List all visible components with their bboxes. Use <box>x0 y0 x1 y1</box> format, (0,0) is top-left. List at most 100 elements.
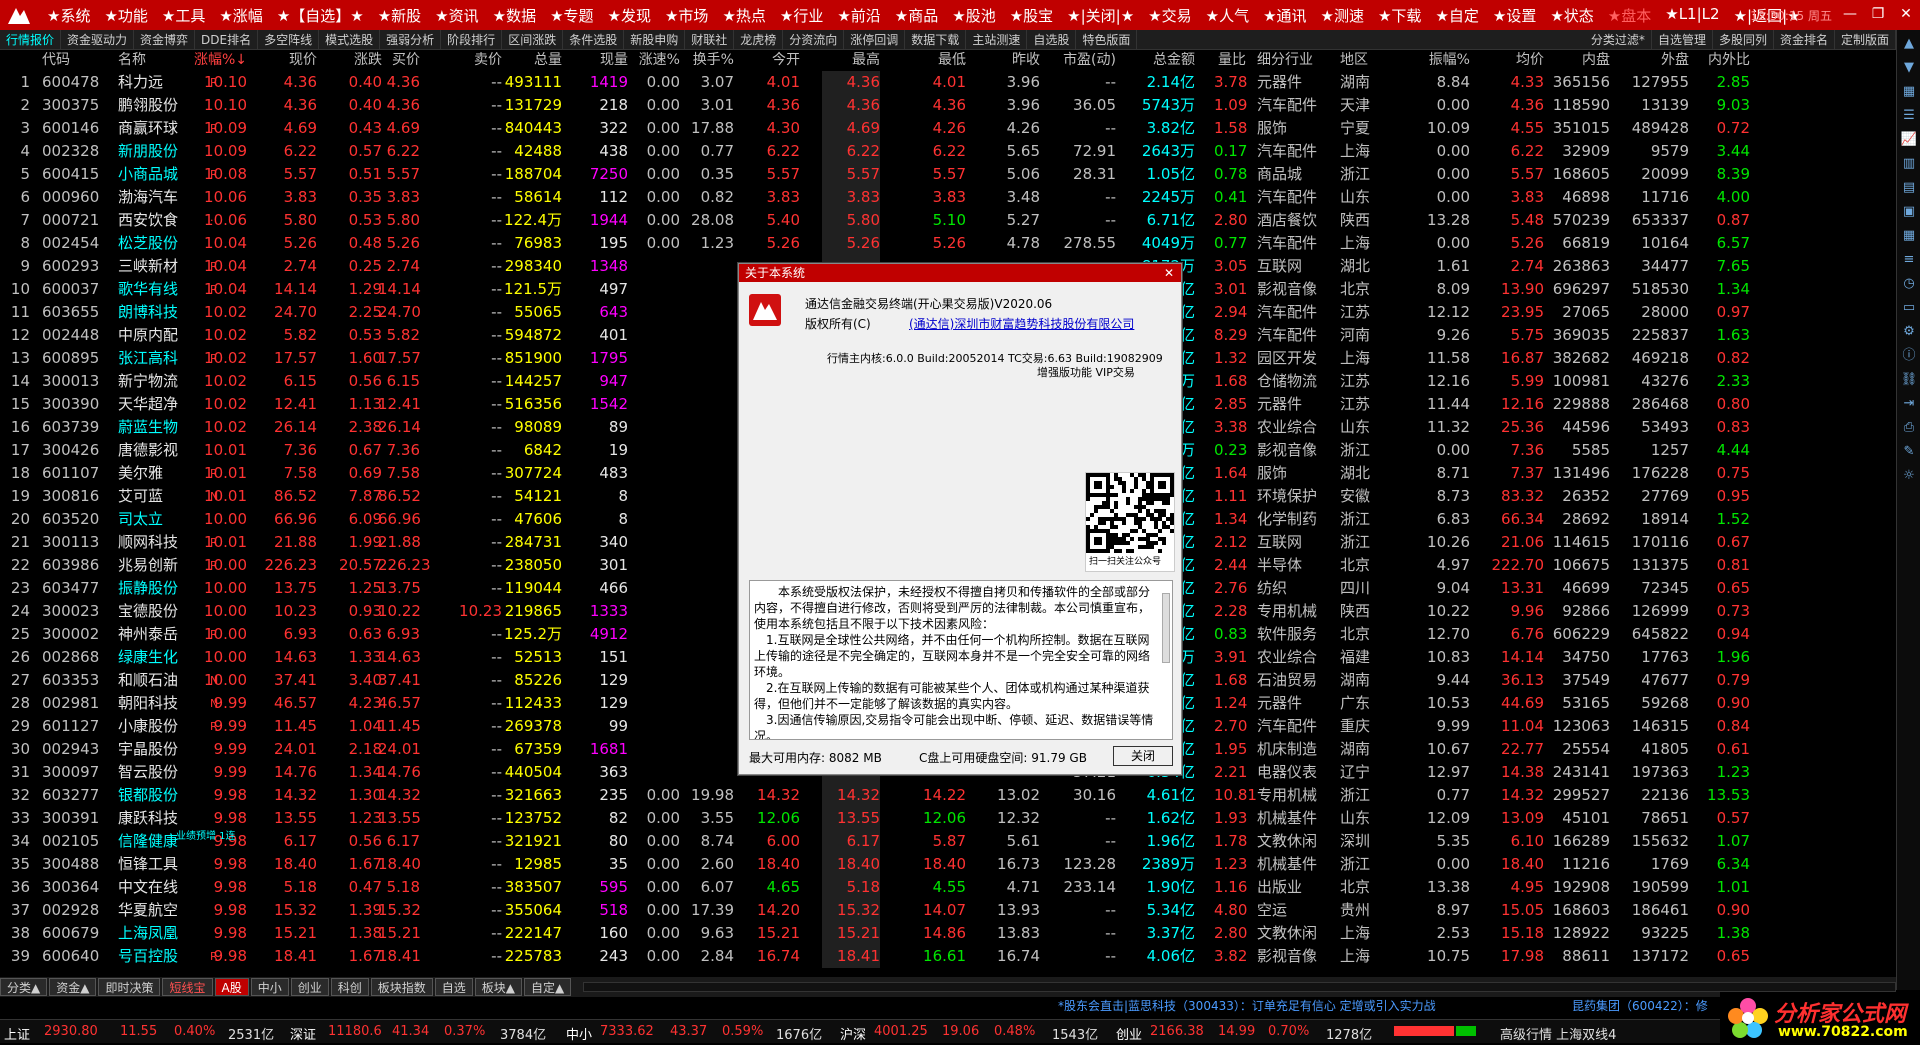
info-icon[interactable]: ⓘ <box>1899 346 1919 366</box>
table-row[interactable]: 36 300364 中文在线 9.98 5.18 0.47 5.18 -- 383507 595 0… <box>0 876 1896 899</box>
column-header[interactable]: 内外比 <box>1696 50 1750 71</box>
print-icon[interactable]: ⎙ <box>1899 418 1919 438</box>
table-row[interactable]: 1 600478 科力远 10.10 4.36 0.40 4.36 -- 493111 1419 0… <box>0 71 1896 94</box>
column-header[interactable]: 昨收 <box>980 50 1040 71</box>
table-row[interactable]: 38 600679 上海凤凰 9.98 15.21 1.38 15.21 -- 222147 16… <box>0 922 1896 945</box>
tool-icon[interactable]: ✎ <box>1899 442 1919 462</box>
settings-icon[interactable]: ⚙ <box>1899 322 1919 342</box>
menu-item[interactable]: ★测速 <box>1314 5 1371 26</box>
market-tab[interactable]: A股 <box>214 978 249 996</box>
column-header[interactable]: 市盈(动) <box>1052 50 1116 71</box>
menu-item[interactable]: ★市场 <box>658 5 715 26</box>
column-header[interactable]: 涨速% <box>622 50 680 71</box>
menu-item[interactable]: ★发现 <box>601 5 658 26</box>
market-tab[interactable]: 科创 <box>330 978 369 996</box>
tab[interactable]: 龙虎榜 <box>734 29 784 50</box>
menu-item[interactable]: ★涨幅 <box>212 5 269 26</box>
tab[interactable]: 阶段排行 <box>441 29 503 50</box>
table-row[interactable]: 35 300488 恒锋工具 9.98 18.40 1.67 18.40 -- 12985 35 0… <box>0 853 1896 876</box>
column-header[interactable]: 内盘 <box>1550 50 1610 71</box>
menu-item[interactable]: ★人气 <box>1199 5 1256 26</box>
menu-item[interactable]: ★自定 <box>1428 5 1485 26</box>
menu-item[interactable]: ★新股 <box>371 5 428 26</box>
clock-icon[interactable]: ◷ <box>1899 274 1919 294</box>
column-header[interactable]: 最低 <box>906 50 966 71</box>
tab[interactable]: 分资流向 <box>783 29 845 50</box>
tab[interactable]: 行情报价 <box>0 29 62 50</box>
menu-item[interactable]: ★盘本 <box>1601 5 1658 26</box>
restore-icon[interactable]: ❐ <box>1864 0 1892 28</box>
tab[interactable]: 定制版面 <box>1835 29 1896 50</box>
ticker-text-2[interactable]: 昆药集团（600422）：修 <box>1572 997 1708 1014</box>
market-tab[interactable]: 即时决策 <box>98 978 161 996</box>
arrow-up-icon[interactable]: ▲ <box>1899 34 1919 54</box>
tab[interactable]: 区间涨跌 <box>502 29 564 50</box>
horizontal-scrollbar[interactable] <box>583 982 1896 992</box>
menu-item[interactable]: ★通讯 <box>1256 5 1313 26</box>
column-header[interactable]: 卖价 <box>452 50 502 71</box>
table-row[interactable]: 8 002454 松芝股份 10.04 5.26 0.48 5.26 -- 76983 195 0.… <box>0 232 1896 255</box>
tab[interactable]: 多空阵线 <box>258 29 320 50</box>
menu-item[interactable]: ★L1|L2 <box>1658 5 1726 26</box>
market-tab[interactable]: 板块▲ <box>474 978 523 996</box>
folder-icon[interactable]: ▭ <box>1899 298 1919 318</box>
minimize-icon[interactable]: — <box>1836 0 1864 28</box>
server-status[interactable]: 高级行情 上海双线4 <box>1500 1024 1616 1043</box>
company-link[interactable]: (通达信)深圳市财富趋势科技股份有限公司 <box>909 315 1134 332</box>
market-tab[interactable]: 中小 <box>250 978 289 996</box>
menu-item[interactable]: ★下载 <box>1371 5 1428 26</box>
tab[interactable]: 特色版面 <box>1076 29 1138 50</box>
menu-item[interactable]: ★系统 <box>40 5 97 26</box>
column-header[interactable]: 现价 <box>257 50 317 71</box>
market-tab[interactable]: 板块指数 <box>370 978 433 996</box>
tab[interactable]: 条件选股 <box>563 29 625 50</box>
menu-item[interactable]: ★【自选】★ <box>270 5 371 26</box>
bar-chart-icon[interactable]: ▥ <box>1899 154 1919 174</box>
market-tab[interactable]: 自选 <box>434 978 473 996</box>
menu-item[interactable]: ★专题 <box>543 5 600 26</box>
calendar-icon[interactable]: ▦ <box>1899 226 1919 246</box>
column-header[interactable]: 买价 <box>378 50 420 71</box>
link-icon[interactable]: ⛓ <box>1899 370 1919 390</box>
tab[interactable]: 新股申购 <box>624 29 686 50</box>
table-row[interactable]: 4 002328 新朋股份 10.09 6.22 0.57 6.22 -- 42488 438 0.… <box>0 140 1896 163</box>
zx-label[interactable]: 中小 <box>566 1024 592 1043</box>
column-header[interactable]: 换手% <box>678 50 734 71</box>
table-row[interactable]: 7 000721 西安饮食 10.06 5.80 0.53 5.80 -- 122.4万 1944… <box>0 209 1896 232</box>
table-icon[interactable]: ▤ <box>1899 178 1919 198</box>
chart-icon[interactable]: 📈 <box>1899 130 1919 150</box>
ticker-text[interactable]: *股东会直击|蓝思科技（300433）：订单充足有信心 定增或引入实力战 <box>1058 997 1436 1014</box>
legal-scrollbar[interactable] <box>1162 593 1170 663</box>
table-row[interactable]: 6 000960 渤海汽车 10.06 3.83 0.35 3.83 -- 58614 112 0.… <box>0 186 1896 209</box>
tab[interactable]: 财联社 <box>685 29 735 50</box>
table-row[interactable]: 3 600146 商赢环球 10.09 4.69 0.43 4.69 -- 840443 322 0… <box>0 117 1896 140</box>
table-row[interactable]: 39 600640 号百控股 9.98 18.41 1.67 18.41 -- 225783 24… <box>0 945 1896 968</box>
column-header[interactable]: 名称 <box>118 50 182 71</box>
market-tab[interactable]: 自定▲ <box>524 978 572 996</box>
column-header[interactable]: 涨幅%↓ <box>185 50 247 71</box>
tab[interactable]: 多股同列 <box>1713 29 1774 50</box>
menu-item[interactable]: ★功能 <box>97 5 154 26</box>
tab[interactable]: 模式选股 <box>319 29 381 50</box>
market-tab[interactable]: 分类▲ <box>0 978 48 996</box>
grid-icon[interactable]: ▦ <box>1899 82 1919 102</box>
market-tab[interactable]: 创业 <box>290 978 329 996</box>
column-header[interactable]: 现量 <box>568 50 628 71</box>
tab[interactable]: 主站测速 <box>966 29 1028 50</box>
close-button[interactable]: 关闭 <box>1113 746 1173 766</box>
column-header[interactable]: 总量 <box>496 50 562 71</box>
tab[interactable]: 资金博弈 <box>134 29 196 50</box>
menu-item[interactable]: ★状态 <box>1543 5 1600 26</box>
column-header[interactable]: 外盘 <box>1617 50 1689 71</box>
menu-item[interactable]: ★股池 <box>945 5 1002 26</box>
menu-item[interactable]: ★交易 <box>1141 5 1198 26</box>
column-header[interactable]: 今开 <box>740 50 800 71</box>
table-row[interactable]: 2 300375 鹏翎股份 10.10 4.36 0.40 4.36 -- 131729 218 0… <box>0 94 1896 117</box>
legal-text[interactable]: 本系统受版权法保护，未经授权不得擅自拷贝和传播软件的全部或部分内容，不得擅自进行… <box>749 580 1173 740</box>
tab[interactable]: 资金排名 <box>1774 29 1835 50</box>
table-row[interactable]: 32 603277 银都股份 9.98 14.32 1.30 14.32 -- 321663 23… <box>0 784 1896 807</box>
column-header[interactable]: 总金额 <box>1133 50 1195 71</box>
tab[interactable]: 自选股 <box>1027 29 1077 50</box>
menu-item[interactable]: ★行业 <box>773 5 830 26</box>
arrow-down-icon[interactable]: ▼ <box>1899 58 1919 78</box>
